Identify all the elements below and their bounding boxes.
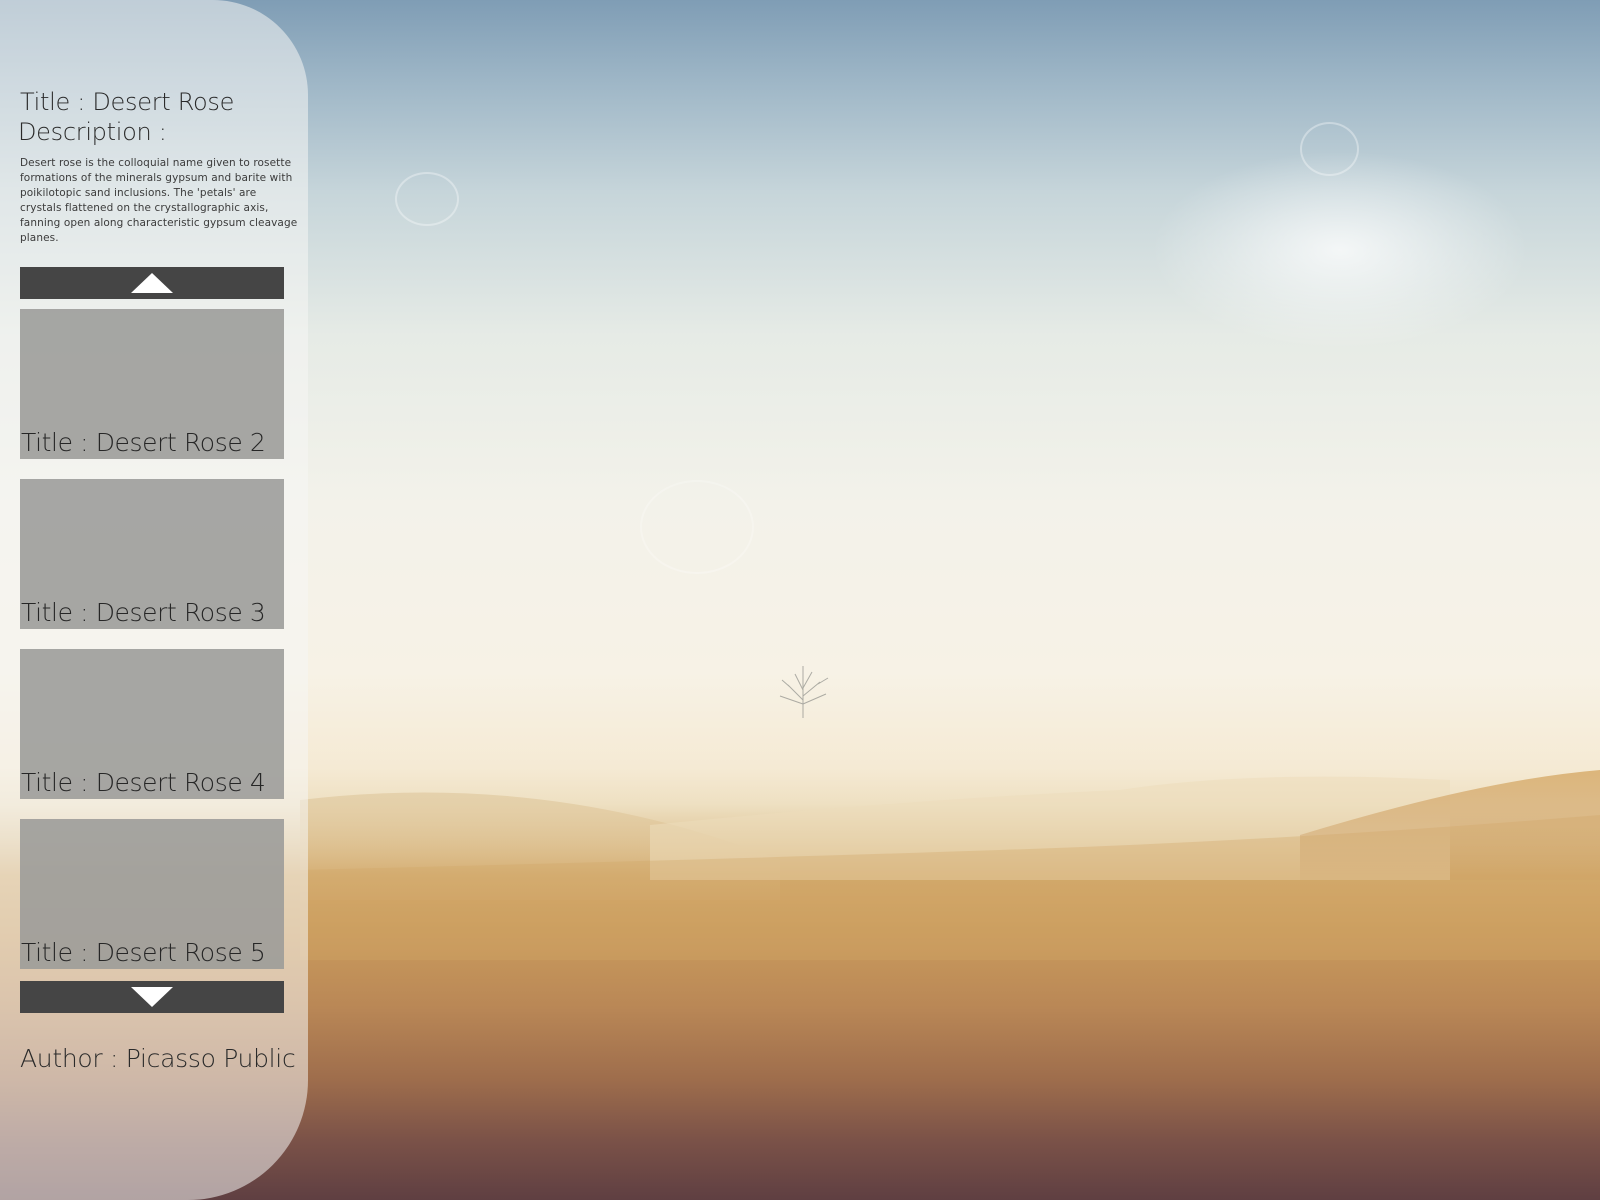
triangle-up-icon: [131, 273, 173, 293]
description-label: Description :: [18, 118, 167, 146]
scroll-down-button[interactable]: [20, 981, 284, 1013]
artwork-title: Title : Desert Rose: [20, 88, 235, 116]
gallery-thumbnail[interactable]: Title : Desert Rose 5: [20, 819, 284, 969]
description-text: Desert rose is the colloquial name given…: [20, 157, 298, 244]
thumbnail-title: Title : Desert Rose 2: [21, 428, 266, 457]
gallery-thumbnail[interactable]: Title : Desert Rose 4: [20, 649, 284, 799]
author-credit: Author : Picasso Public: [20, 1044, 296, 1073]
gallery-thumbnail[interactable]: Title : Desert Rose 3: [20, 479, 284, 629]
thumbnail-title: Title : Desert Rose 5: [21, 938, 266, 967]
info-side-panel: Title : Desert Rose Description : Desert…: [0, 0, 308, 1200]
scroll-up-button[interactable]: [20, 267, 284, 299]
triangle-down-icon: [131, 987, 173, 1007]
thumbnail-title: Title : Desert Rose 3: [21, 598, 266, 627]
bare-tree: [779, 666, 829, 718]
thumbnail-title: Title : Desert Rose 4: [21, 768, 266, 797]
gallery-thumbnail[interactable]: Title : Desert Rose 2: [20, 309, 284, 459]
